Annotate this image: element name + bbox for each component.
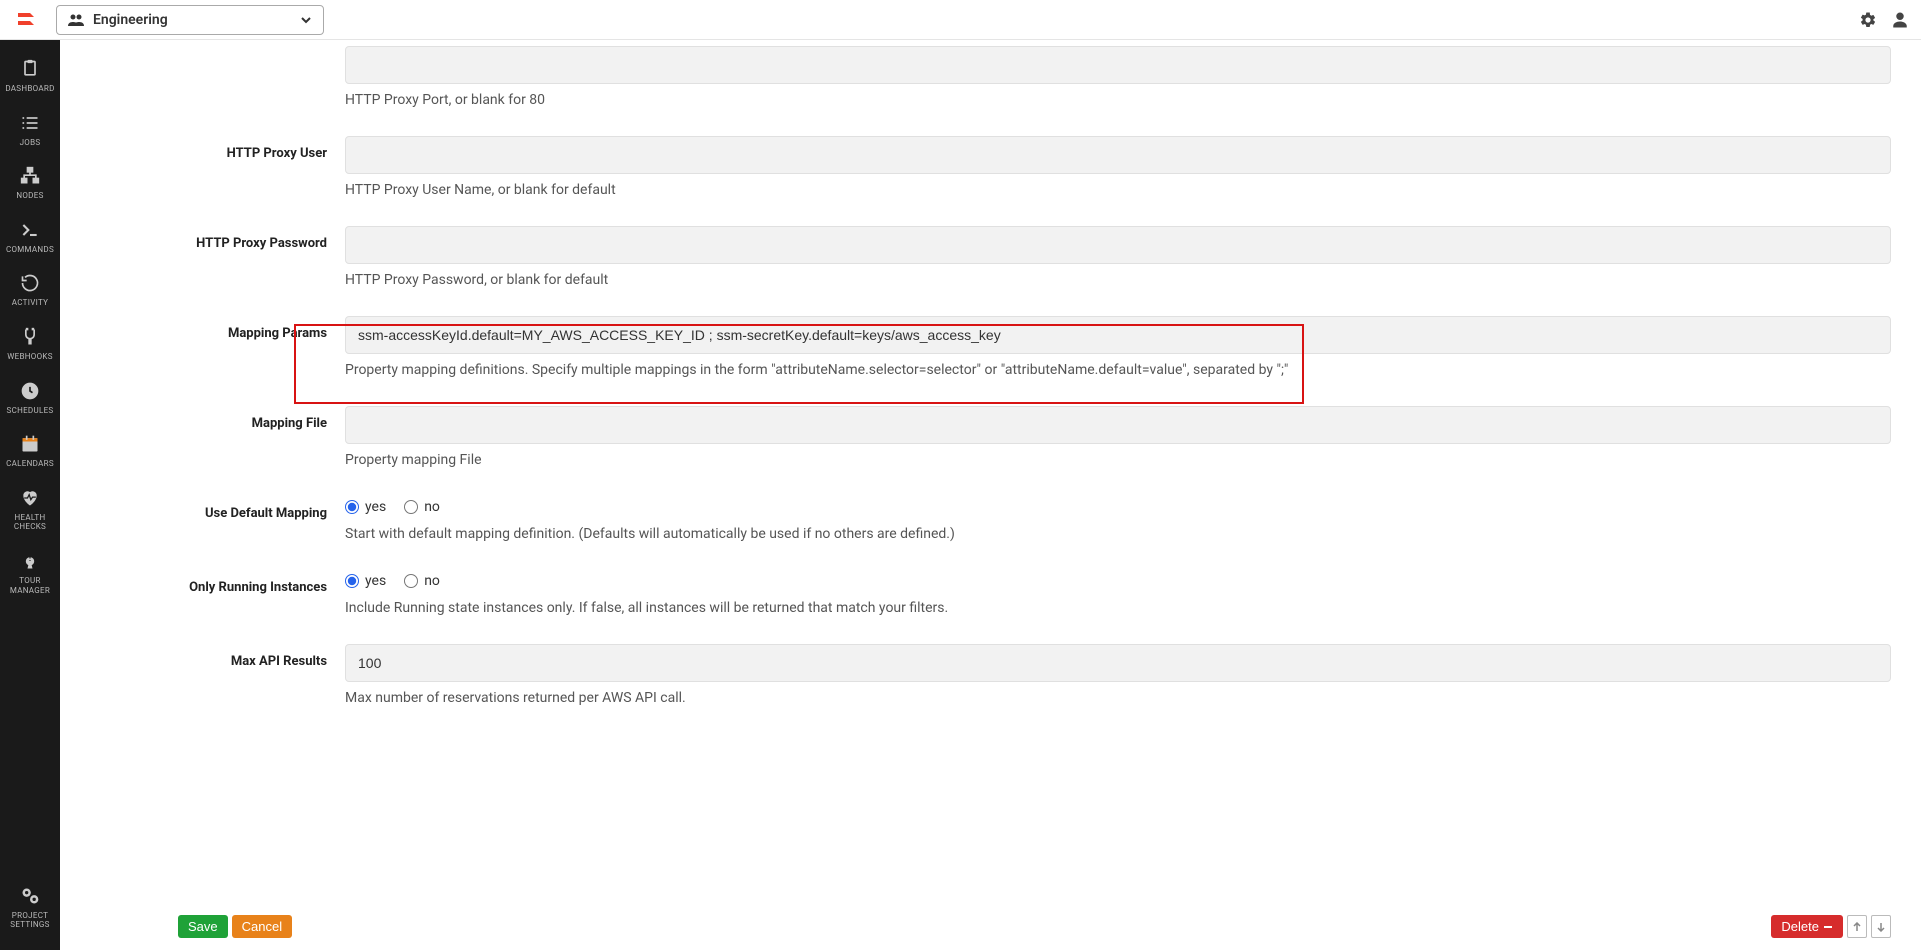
field-help: HTTP Proxy Password, or blank for defaul… bbox=[345, 272, 1891, 288]
field-mapping-file: Mapping File Property mapping File bbox=[110, 406, 1891, 468]
group-icon bbox=[67, 13, 85, 27]
radio-label: no bbox=[424, 499, 440, 515]
settings-icon bbox=[19, 885, 41, 907]
cancel-button[interactable]: Cancel bbox=[232, 915, 292, 938]
field-label bbox=[110, 46, 345, 108]
sidebar-item-schedules[interactable]: SCHEDULES bbox=[0, 372, 60, 426]
field-label: Mapping Params bbox=[110, 316, 345, 378]
field-max-api-results: Max API Results Max number of reservatio… bbox=[110, 644, 1891, 706]
sidebar: DASHBOARD JOBS NODES COMMANDS bbox=[0, 40, 60, 950]
radio-label: no bbox=[424, 573, 440, 589]
radio-yes[interactable] bbox=[345, 574, 359, 588]
sidebar-item-label: DASHBOARD bbox=[5, 84, 54, 94]
arrow-down-icon bbox=[1876, 922, 1886, 932]
field-label: Mapping File bbox=[110, 406, 345, 468]
save-button[interactable]: Save bbox=[178, 915, 228, 938]
mapping-params-input[interactable] bbox=[345, 316, 1891, 354]
content-area: HTTP Proxy Port, or blank for 80 HTTP Pr… bbox=[60, 40, 1921, 950]
field-help: Property mapping definitions. Specify mu… bbox=[345, 362, 1891, 378]
http-proxy-port-input[interactable] bbox=[345, 46, 1891, 84]
dashboard-icon bbox=[19, 58, 41, 80]
http-proxy-password-input[interactable] bbox=[345, 226, 1891, 264]
field-help: Property mapping File bbox=[345, 452, 1891, 468]
logo bbox=[12, 8, 42, 32]
radio-label: yes bbox=[365, 499, 386, 515]
field-label: HTTP Proxy Password bbox=[110, 226, 345, 288]
sidebar-item-project-settings[interactable]: PROJECT SETTINGS bbox=[0, 877, 60, 940]
project-name: Engineering bbox=[93, 12, 168, 28]
mapping-file-input[interactable] bbox=[345, 406, 1891, 444]
nodes-icon bbox=[19, 165, 41, 187]
sidebar-item-calendars[interactable]: CALENDARS bbox=[0, 425, 60, 479]
radio-no[interactable] bbox=[404, 574, 418, 588]
field-http-proxy-password: HTTP Proxy Password HTTP Proxy Password,… bbox=[110, 226, 1891, 288]
health-icon bbox=[19, 487, 41, 509]
sidebar-item-label: JOBS bbox=[20, 138, 41, 148]
sidebar-item-tour[interactable]: TOUR MANAGER bbox=[0, 542, 60, 605]
calendars-icon bbox=[19, 433, 41, 455]
settings-icon[interactable] bbox=[1859, 11, 1877, 29]
field-label: Max API Results bbox=[110, 644, 345, 706]
schedules-icon bbox=[19, 380, 41, 402]
minus-icon bbox=[1823, 922, 1833, 932]
sidebar-item-commands[interactable]: COMMANDS bbox=[0, 211, 60, 265]
only-running-yes[interactable]: yes bbox=[345, 573, 386, 589]
sidebar-item-jobs[interactable]: JOBS bbox=[0, 104, 60, 158]
radio-label: yes bbox=[365, 573, 386, 589]
radio-yes[interactable] bbox=[345, 500, 359, 514]
field-only-running: Only Running Instances yes no bbox=[110, 570, 1891, 616]
sidebar-item-health[interactable]: HEALTH CHECKS bbox=[0, 479, 60, 542]
field-help: Start with default mapping definition. (… bbox=[345, 526, 1891, 542]
footer-actions: Save Cancel bbox=[178, 915, 292, 938]
field-label: Only Running Instances bbox=[110, 570, 345, 616]
field-help: HTTP Proxy User Name, or blank for defau… bbox=[345, 182, 1891, 198]
tour-icon bbox=[19, 550, 41, 572]
field-help: Include Running state instances only. If… bbox=[345, 600, 1891, 616]
project-select[interactable]: Engineering bbox=[56, 5, 324, 35]
sidebar-item-label: PROJECT SETTINGS bbox=[0, 911, 60, 930]
field-use-default-mapping: Use Default Mapping yes no bbox=[110, 496, 1891, 542]
field-help: Max number of reservations returned per … bbox=[345, 690, 1891, 706]
sidebar-item-label: HEALTH CHECKS bbox=[0, 513, 60, 532]
field-http-proxy-user: HTTP Proxy User HTTP Proxy User Name, or… bbox=[110, 136, 1891, 198]
commands-icon bbox=[19, 219, 41, 241]
http-proxy-user-input[interactable] bbox=[345, 136, 1891, 174]
delete-label: Delete bbox=[1781, 919, 1819, 934]
delete-button[interactable]: Delete bbox=[1771, 915, 1843, 938]
sidebar-item-label: ACTIVITY bbox=[12, 298, 48, 308]
topbar: Engineering bbox=[0, 0, 1921, 40]
move-down-button[interactable] bbox=[1871, 915, 1891, 938]
sidebar-item-label: WEBHOOKS bbox=[7, 352, 53, 362]
footer-right: Delete bbox=[1771, 915, 1891, 938]
sidebar-item-nodes[interactable]: NODES bbox=[0, 157, 60, 211]
sidebar-item-label: COMMANDS bbox=[6, 245, 54, 255]
activity-icon bbox=[19, 272, 41, 294]
use-default-mapping-yes[interactable]: yes bbox=[345, 499, 386, 515]
max-api-results-input[interactable] bbox=[345, 644, 1891, 682]
webhooks-icon bbox=[19, 326, 41, 348]
field-mapping-params: Mapping Params Property mapping definiti… bbox=[110, 316, 1891, 378]
only-running-no[interactable]: no bbox=[404, 573, 440, 589]
move-up-button[interactable] bbox=[1847, 915, 1867, 938]
field-help: HTTP Proxy Port, or blank for 80 bbox=[345, 92, 1891, 108]
field-label: HTTP Proxy User bbox=[110, 136, 345, 198]
sidebar-item-label: CALENDARS bbox=[6, 459, 54, 469]
sidebar-item-dashboard[interactable]: DASHBOARD bbox=[0, 50, 60, 104]
radio-no[interactable] bbox=[404, 500, 418, 514]
arrow-up-icon bbox=[1852, 922, 1862, 932]
field-http-proxy-port: HTTP Proxy Port, or blank for 80 bbox=[110, 46, 1891, 108]
sidebar-item-activity[interactable]: ACTIVITY bbox=[0, 264, 60, 318]
sidebar-item-webhooks[interactable]: WEBHOOKS bbox=[0, 318, 60, 372]
sidebar-item-label: TOUR MANAGER bbox=[0, 576, 60, 595]
field-label: Use Default Mapping bbox=[110, 496, 345, 542]
sidebar-item-label: SCHEDULES bbox=[7, 406, 54, 416]
use-default-mapping-no[interactable]: no bbox=[404, 499, 440, 515]
jobs-icon bbox=[19, 112, 41, 134]
sidebar-item-label: NODES bbox=[16, 191, 43, 201]
chevron-down-icon bbox=[299, 13, 313, 27]
user-icon[interactable] bbox=[1891, 11, 1909, 29]
